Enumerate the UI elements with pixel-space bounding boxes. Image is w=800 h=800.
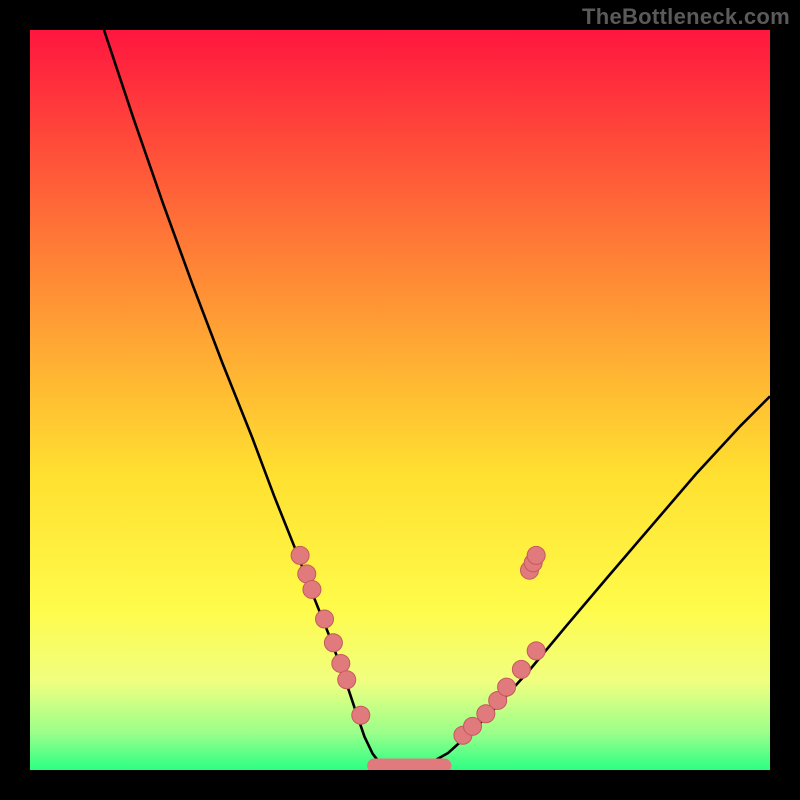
plot-area: [30, 30, 770, 770]
watermark-text: TheBottleneck.com: [582, 4, 790, 30]
data-marker: [524, 554, 542, 572]
data-marker: [464, 717, 482, 735]
data-marker: [316, 610, 334, 628]
data-marker: [324, 634, 342, 652]
marker-layer: [30, 30, 770, 770]
data-marker: [527, 546, 545, 564]
data-marker: [498, 678, 516, 696]
data-marker: [527, 642, 545, 660]
data-marker: [454, 726, 472, 744]
data-marker: [521, 561, 539, 579]
data-marker: [303, 580, 321, 598]
data-marker: [338, 671, 356, 689]
data-marker: [298, 565, 316, 583]
data-marker: [477, 705, 495, 723]
data-marker: [512, 660, 530, 678]
data-marker: [332, 654, 350, 672]
data-marker: [489, 691, 507, 709]
data-marker: [352, 706, 370, 724]
data-marker: [291, 546, 309, 564]
bottleneck-curve: [30, 30, 770, 770]
chart-stage: TheBottleneck.com: [0, 0, 800, 800]
